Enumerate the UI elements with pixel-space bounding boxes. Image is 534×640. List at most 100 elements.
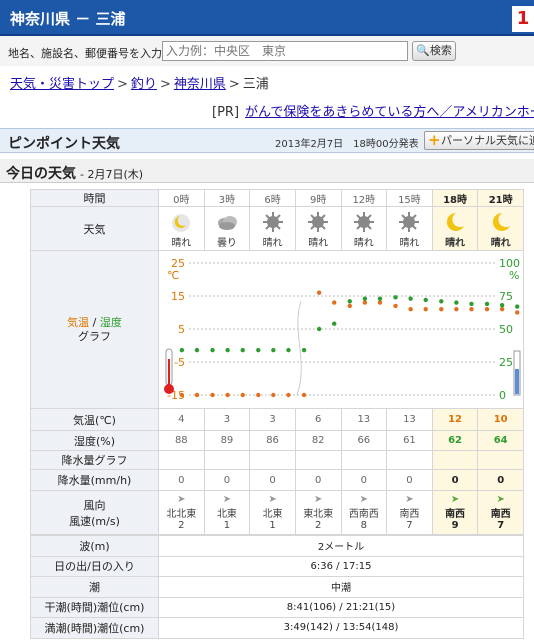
humidity-value: 89 (203, 430, 251, 451)
wind-direction: 南西 (490, 509, 511, 520)
humidity-value: 82 (294, 430, 342, 451)
temperature-point (377, 300, 383, 305)
wind-direction: 南西 (399, 509, 420, 520)
precip-graph-cell (249, 450, 296, 470)
hour-3: 3時 (203, 189, 251, 207)
weather-text: 晴れ (490, 238, 511, 249)
tide-row: 潮中潮 (30, 576, 524, 598)
wind-arrow-icon: ➤ (359, 494, 368, 505)
humidity-point (332, 321, 337, 326)
temp-row: 気温(℃) 4 3 3 6 13 13 12 10 (30, 408, 524, 431)
thermometer-bulb (164, 384, 174, 394)
humidity-point (469, 301, 474, 307)
temperature-point (362, 300, 368, 305)
ranking-badge[interactable]: 1 (512, 6, 534, 32)
wind-cell: ➤ 北東 1 (203, 490, 251, 535)
temperature-point (499, 307, 505, 312)
hour-18: 18時 (431, 189, 479, 207)
precip-graph-label: 降水量グラフ (30, 450, 159, 470)
search-button[interactable]: 🔍検索 (412, 41, 456, 61)
wind-cell: ➤ 北東 1 (249, 490, 296, 535)
temperature-point (484, 307, 490, 312)
precip-value: 0 (431, 469, 479, 491)
weather-text: 晴れ (399, 238, 420, 249)
weather-cell: 晴れ (477, 206, 524, 251)
sun-row: 日の出/日の入り 6:36 / 17:15 (30, 555, 524, 577)
humidity-point (347, 299, 352, 304)
weather-text: 晴れ (308, 238, 329, 249)
precip-value: 0 (340, 469, 388, 491)
plus-icon: + (428, 131, 441, 149)
clear-night-icon (172, 214, 191, 232)
pr-link[interactable]: がんで保険をあきらめている方へ／アメリカンホーム (245, 105, 534, 120)
wind-direction: 北東 (262, 509, 283, 520)
temperature-point (240, 392, 245, 398)
hour-0: 0時 (158, 189, 205, 207)
precip-value: 0 (477, 469, 524, 491)
wind-label-direction: 風向 (83, 498, 106, 512)
temp-value: 3 (249, 408, 296, 431)
weather-label: 天気 (30, 206, 159, 251)
precip-graph-cell (386, 450, 433, 470)
personal-weather-button[interactable]: + パーソナル天気に追 (424, 131, 534, 150)
humidity-point (423, 297, 428, 303)
wind-arrow-icon: ➤ (268, 494, 277, 505)
wind-arrow-icon: ➤ (313, 494, 323, 505)
temperature-point (423, 307, 428, 312)
weather-text: 晴れ (445, 238, 466, 249)
pinpoint-header: ピンポイント天気 2013年2月7日 18時00分発表 + パーソナル天気に追 (0, 128, 534, 153)
y-left-tick-label: 5 (178, 323, 185, 336)
humidity-point (454, 300, 459, 305)
precip-value: 0 (249, 469, 296, 491)
graph-row: 気温 / 湿度 グラフ 25 100 15 75 5 50 -5 25 -15 0 ℃% (30, 250, 524, 409)
precip-graph-cell (477, 450, 524, 470)
time-label: 時間 (30, 189, 159, 207)
breadcrumb-weather-top[interactable]: 天気・災害トップ (10, 77, 114, 92)
humidity-point (256, 347, 261, 353)
wave-label: 波(m) (30, 535, 159, 557)
weather-text: 晴れ (262, 238, 283, 249)
temperature-point (515, 310, 520, 315)
y-right-tick-label: 50 (499, 323, 513, 336)
marine-info-table: 波(m) 2メートル 日の出/日の入り 6:36 / 17:15 潮中潮 干潮(時間… (30, 535, 524, 639)
breadcrumb-kanagawa[interactable]: 神奈川県 (174, 77, 226, 92)
humidity-point (377, 296, 383, 301)
graph-cell: 25 100 15 75 5 50 -5 25 -15 0 ℃% (158, 250, 524, 409)
precip-graph-cell (431, 450, 479, 470)
hour-21: 21時 (477, 189, 524, 207)
humidity-point (439, 299, 444, 304)
temperature-point (347, 303, 352, 309)
breadcrumb-fishing[interactable]: 釣り (131, 77, 157, 92)
wind-cell: ➤ 北北東 2 (158, 490, 205, 535)
wind-label-speed: 風速(m/s) (69, 514, 120, 528)
tide-value: 中潮 (158, 576, 524, 598)
weather-cell: 晴れ (386, 206, 433, 251)
humidity-point (286, 347, 291, 353)
humidity-point (362, 296, 368, 301)
wind-arrow-icon: ➤ (222, 494, 232, 505)
temperature-point (286, 392, 291, 398)
sunrise-sunset-value: 6:36 / 17:15 (158, 555, 524, 577)
high-tide-label: 満潮(時間)潮位(cm) (30, 617, 159, 639)
humidity-row: 湿度(%) 88 89 86 82 66 61 62 64 (30, 430, 524, 451)
temp-value: 4 (158, 408, 205, 431)
hour-12: 12時 (340, 189, 388, 207)
breadcrumb: 天気・災害トップ > 釣り > 神奈川県 > 三浦 (10, 77, 269, 92)
precip-row: 降水量(mm/h) 0 0 0 0 0 0 0 0 (30, 469, 524, 491)
wave-value: 2メートル (158, 535, 524, 557)
wind-speed: 1 (223, 520, 231, 531)
temperature-point (179, 392, 185, 398)
graph-label-word: グラフ (78, 329, 111, 343)
y-left-unit-label: ℃ (167, 269, 179, 282)
wind-cell: ➤ 南西 9 (431, 490, 479, 535)
wind-speed: 2 (315, 520, 322, 531)
humidity-point (271, 347, 276, 353)
humidity-point (240, 347, 245, 353)
search-input[interactable] (162, 41, 408, 61)
temp-label: 気温(℃) (30, 408, 159, 431)
high-tide-value: 3:49(142) / 13:54(148) (158, 617, 524, 639)
weather-text: 曇り (216, 238, 237, 249)
y-left-tick-label: 15 (171, 290, 185, 303)
humidity-point (408, 296, 413, 301)
wind-speed: 1 (269, 520, 276, 531)
